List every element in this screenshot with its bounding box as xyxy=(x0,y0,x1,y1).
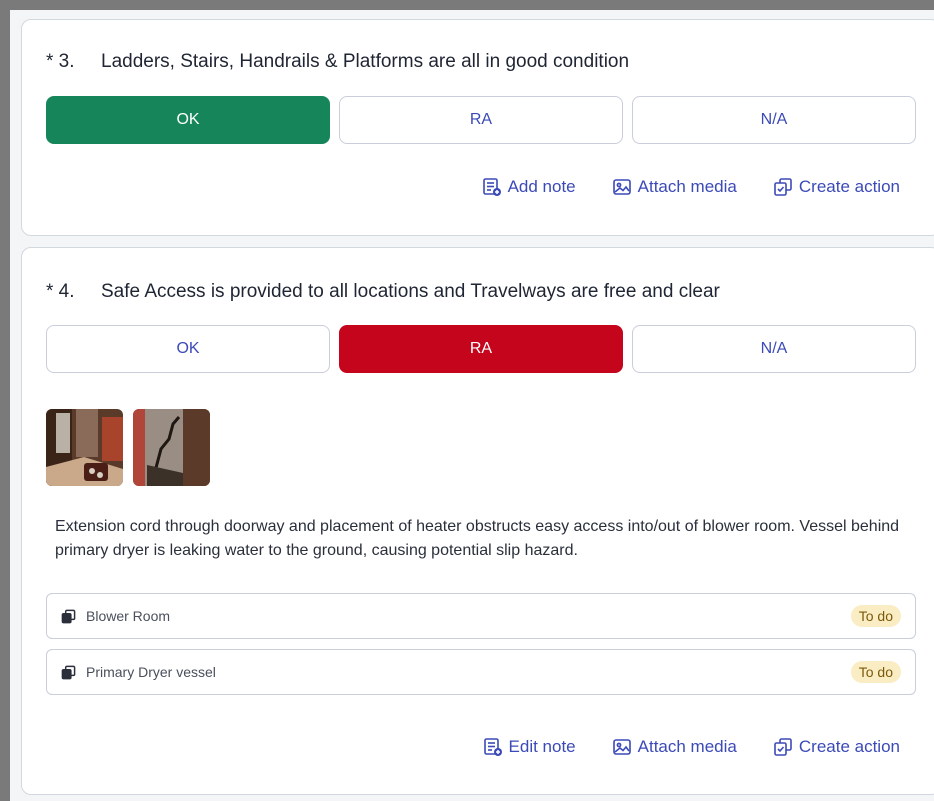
response-ra-button[interactable]: RA xyxy=(339,96,623,144)
status-badge: To do xyxy=(850,605,901,627)
media-thumbnail[interactable] xyxy=(133,409,210,486)
response-ok-button[interactable]: OK xyxy=(46,96,330,144)
response-na-button[interactable]: N/A xyxy=(632,96,916,144)
window-frame-top xyxy=(0,0,934,10)
note-icon xyxy=(482,178,501,196)
create-action-icon xyxy=(774,178,792,196)
attach-media-label: Attach media xyxy=(637,177,737,196)
question-title: * 3. Ladders, Stairs, Handrails & Platfo… xyxy=(46,51,629,73)
window-frame-left xyxy=(0,0,10,801)
question-title: * 4. Safe Access is provided to all loca… xyxy=(46,281,720,303)
add-note-button[interactable]: Add note xyxy=(482,177,576,197)
linked-action-icon xyxy=(61,609,76,623)
create-action-button[interactable]: Create action xyxy=(773,737,900,757)
question-card-3: * 3. Ladders, Stairs, Handrails & Platfo… xyxy=(21,19,934,236)
image-icon xyxy=(612,179,631,195)
linked-action-label: Blower Room xyxy=(86,608,171,624)
create-action-label: Create action xyxy=(798,177,900,196)
question-card-4: * 4. Safe Access is provided to all loca… xyxy=(21,247,934,795)
response-na-button[interactable]: N/A xyxy=(632,325,916,373)
create-action-button[interactable]: Create action xyxy=(773,177,900,197)
media-thumbnail[interactable] xyxy=(46,409,123,486)
edit-note-label: Edit note xyxy=(508,737,576,756)
attach-media-button[interactable]: Attach media xyxy=(612,177,737,197)
linked-action-label: Primary Dryer vessel xyxy=(86,664,216,680)
image-icon xyxy=(612,739,631,755)
linked-action-item[interactable]: Primary Dryer vessel To do xyxy=(46,649,916,695)
attach-media-label: Attach media xyxy=(637,737,737,756)
note-text: Extension cord through doorway and place… xyxy=(55,518,900,559)
note-icon xyxy=(483,738,502,756)
question-actions: Add note Attach media Create action xyxy=(482,177,900,197)
response-ra-button[interactable]: RA xyxy=(339,325,623,373)
add-note-label: Add note xyxy=(507,177,576,196)
question-actions: Edit note Attach media Create action xyxy=(483,737,900,757)
question-number: * 4. xyxy=(46,281,75,302)
question-number: * 3. xyxy=(46,51,75,72)
question-text: Safe Access is provided to all locations… xyxy=(101,281,720,302)
response-ok-button[interactable]: OK xyxy=(46,325,330,373)
attach-media-button[interactable]: Attach media xyxy=(612,737,737,757)
status-badge: To do xyxy=(850,661,901,683)
linked-action-item[interactable]: Blower Room To do xyxy=(46,593,916,639)
linked-action-icon xyxy=(61,665,76,679)
create-action-label: Create action xyxy=(798,737,900,756)
question-text: Ladders, Stairs, Handrails & Platforms a… xyxy=(101,51,630,72)
edit-note-button[interactable]: Edit note xyxy=(483,737,576,757)
create-action-icon xyxy=(774,738,792,756)
